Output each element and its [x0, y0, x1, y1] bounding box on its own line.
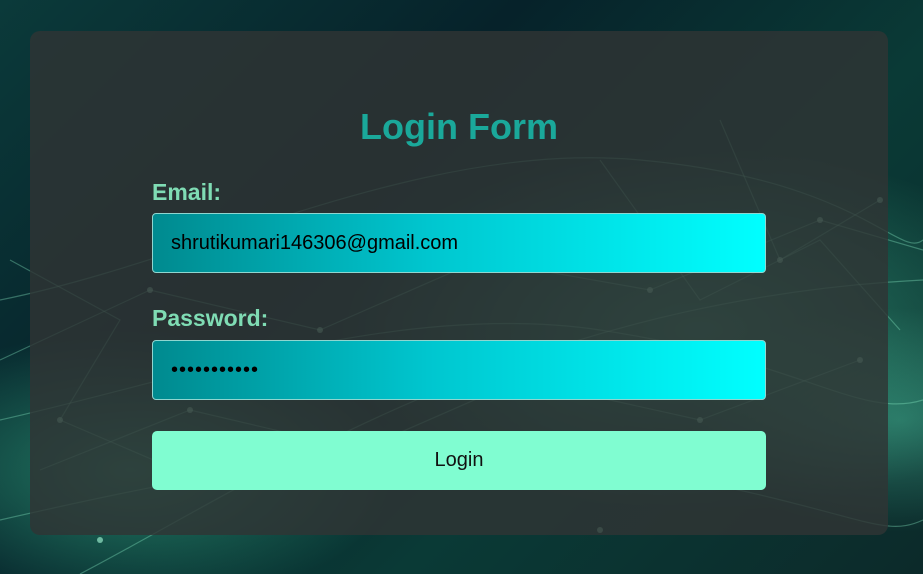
page-title: Login Form — [360, 106, 558, 147]
password-label: Password: — [152, 305, 269, 331]
password-input[interactable] — [152, 340, 766, 400]
login-button[interactable]: Login — [152, 431, 766, 490]
email-label: Email: — [152, 179, 222, 205]
email-input[interactable] — [152, 213, 766, 273]
